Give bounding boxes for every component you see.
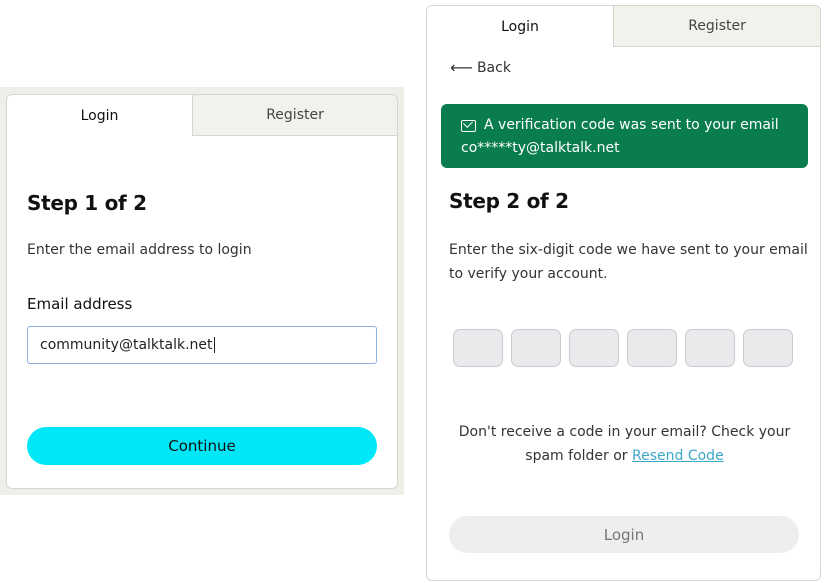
back-link[interactable]: ⟵ Back [450, 58, 511, 77]
help-line1: Don't receive a code in your email? Chec… [458, 424, 791, 440]
code-digit-input[interactable] [627, 329, 677, 367]
step-title: Step 1 of 2 [27, 191, 147, 215]
continue-button[interactable]: Continue [27, 427, 377, 465]
mail-check-icon [461, 119, 476, 132]
email-field[interactable]: community@talktalk.net [27, 326, 377, 364]
resend-code-link[interactable]: Resend Code [632, 448, 724, 464]
alert-message: A verification code was sent to your ema… [484, 117, 779, 133]
code-digit-input[interactable] [511, 329, 561, 367]
code-digit-input[interactable] [685, 329, 735, 367]
alert-masked-email: co*****ty@talktalk.net [461, 140, 620, 156]
email-label: Email address [27, 295, 133, 313]
verification-alert: A verification code was sent to your ema… [441, 104, 808, 168]
code-digit-input[interactable] [743, 329, 793, 367]
step-instruction-line1: Enter the six-digit code we have sent to… [449, 242, 808, 258]
help-line2: spam folder or [525, 448, 633, 464]
back-label: Back [476, 60, 511, 76]
arrow-left-icon: ⟵ [450, 58, 473, 77]
tab-login[interactable]: Login [427, 6, 614, 47]
step2-tabs: Login Register [427, 6, 820, 47]
step1-card: Login Register Step 1 of 2 Enter the ema… [6, 94, 398, 489]
resend-help: Don't receive a code in your email? Chec… [447, 420, 802, 468]
email-value: community@talktalk.net [40, 337, 213, 353]
tab-register[interactable]: Register [192, 95, 397, 136]
step1-tabs: Login Register [7, 95, 397, 136]
code-input-group [453, 329, 793, 367]
step-instruction: Enter the email address to login [27, 242, 252, 258]
text-caret [213, 337, 215, 353]
step2-card: Login Register ⟵ Back A verification cod… [426, 5, 821, 581]
step-title: Step 2 of 2 [449, 189, 569, 213]
step1-background: Login Register Step 1 of 2 Enter the ema… [0, 87, 404, 495]
step-instruction-line2: to verify your account. [449, 266, 608, 282]
login-button[interactable]: Login [449, 516, 799, 553]
tab-register[interactable]: Register [613, 6, 820, 47]
code-digit-input[interactable] [453, 329, 503, 367]
code-digit-input[interactable] [569, 329, 619, 367]
tab-login[interactable]: Login [7, 95, 193, 136]
